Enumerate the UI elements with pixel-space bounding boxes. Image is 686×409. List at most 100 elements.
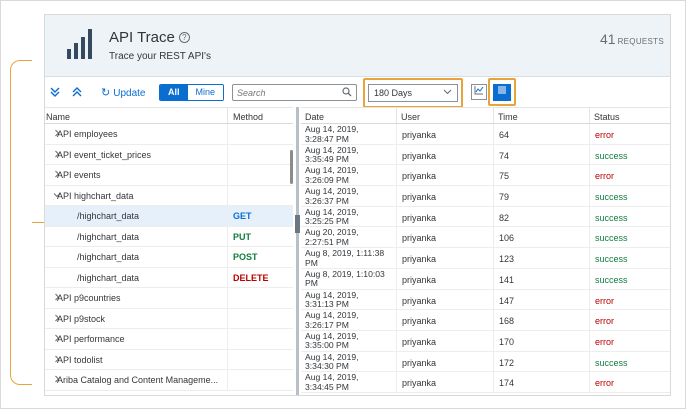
tree-row-name-cell: API employees xyxy=(45,124,228,144)
table-row[interactable]: Aug 14, 2019, 3:28:47 PM priyanka 64 error xyxy=(301,124,670,145)
date-cell: Aug 8, 2019, 1:10:03 PM xyxy=(301,268,397,289)
tree-row[interactable]: API employees xyxy=(45,124,293,145)
collapse-all-icon[interactable] xyxy=(71,86,83,100)
tree-row[interactable]: /highchart_data PUT xyxy=(45,226,293,247)
table-row[interactable]: Aug 14, 2019, 3:25:25 PM priyanka 82 success xyxy=(301,206,670,228)
table-row[interactable]: Aug 14, 2019, 3:35:49 PM priyanka 74 success xyxy=(301,144,670,166)
column-header-status[interactable]: Status xyxy=(590,108,670,123)
tree-row-label: API p9stock xyxy=(57,313,106,324)
chevron-right-icon[interactable] xyxy=(45,150,60,160)
tree-row-method xyxy=(228,370,293,390)
list-view-button[interactable] xyxy=(493,84,511,101)
tree-row-name-cell: /highchart_data xyxy=(45,247,228,267)
column-header-method[interactable]: Method xyxy=(228,108,293,123)
status-cell: error xyxy=(590,124,670,144)
tree-scrollbar-thumb[interactable] xyxy=(290,150,293,184)
tree-row-method xyxy=(228,309,293,329)
tree-row[interactable]: API p9stock xyxy=(45,308,293,329)
tree-row-name-cell: API highchart_data xyxy=(45,185,228,205)
date-cell: Aug 8, 2019, 1:11:38 PM xyxy=(301,248,397,268)
api-tree-table: Name Method API employees API event_ticke… xyxy=(45,107,293,395)
tree-row[interactable]: Ariba Catalog and Content Manageme... xyxy=(45,370,293,391)
user-cell: priyanka xyxy=(397,186,494,206)
range-select-highlight: 180 Days xyxy=(363,78,463,108)
api-tree-body: API employees API event_ticket_prices API … xyxy=(45,124,293,391)
table-row[interactable]: Aug 20, 2019, 2:27:51 PM priyanka 106 succes… xyxy=(301,227,670,249)
update-button[interactable]: ↻ Update xyxy=(101,86,145,99)
tree-row[interactable]: /highchart_data DELETE xyxy=(45,267,293,288)
date-line-1: Aug 14, 2019, xyxy=(305,166,359,176)
date-cell: Aug 14, 2019, 3:34:45 PM xyxy=(301,372,397,392)
tree-row[interactable]: API events xyxy=(45,165,293,186)
time-cell: 147 xyxy=(494,289,590,310)
table-row[interactable]: Aug 14, 2019, 3:26:09 PM priyanka 75 error xyxy=(301,165,670,187)
status-cell: success xyxy=(590,269,670,289)
request-table-header: Date User Time Status xyxy=(301,107,670,124)
user-cell: priyanka xyxy=(397,268,494,289)
status-cell: success xyxy=(590,248,670,268)
tree-row[interactable]: /highchart_data GET xyxy=(45,206,293,227)
tree-row[interactable]: /highchart_data POST xyxy=(45,247,293,268)
time-cell: 64 xyxy=(494,124,590,144)
request-table-body: Aug 14, 2019, 3:28:47 PM priyanka 64 error Au… xyxy=(301,124,670,393)
update-label: Update xyxy=(113,88,146,99)
date-line-1: Aug 14, 2019, xyxy=(305,207,359,217)
chevron-right-icon[interactable] xyxy=(45,314,60,324)
chevron-right-icon[interactable] xyxy=(45,170,60,180)
date-line-2: 3:25:25 PM xyxy=(305,217,349,227)
search-input[interactable] xyxy=(237,86,337,99)
tree-row[interactable]: API performance xyxy=(45,329,293,350)
status-cell: success xyxy=(590,352,670,372)
tree-row-label: API event_ticket_prices xyxy=(57,149,152,160)
column-header-name[interactable]: Name xyxy=(45,108,228,123)
column-header-date[interactable]: Date xyxy=(301,108,397,123)
status-cell: error xyxy=(590,331,670,351)
chevron-down-icon[interactable] xyxy=(45,191,61,201)
date-line-1: Aug 8, 2019, 1:10:03 xyxy=(305,269,385,279)
table-row[interactable]: Aug 14, 2019, 3:35:00 PM priyanka 170 error xyxy=(301,330,670,352)
date-line-2: 3:35:49 PM xyxy=(305,155,349,165)
date-cell: Aug 14, 2019, 3:31:13 PM xyxy=(301,289,397,310)
table-row[interactable]: Aug 14, 2019, 3:34:30 PM priyanka 172 succes… xyxy=(301,351,670,373)
help-icon[interactable]: ? xyxy=(178,32,190,43)
table-row[interactable]: Aug 14, 2019, 3:26:17 PM priyanka 168 error xyxy=(301,310,670,331)
date-cell: Aug 14, 2019, 3:28:47 PM xyxy=(301,124,397,144)
filter-mine-button[interactable]: Mine xyxy=(187,85,224,100)
request-count-value: 41 xyxy=(600,31,616,47)
chevron-right-icon[interactable] xyxy=(45,129,60,139)
table-row[interactable]: Aug 8, 2019, 1:11:38 PM priyanka 123 success xyxy=(301,248,670,269)
expand-all-icon[interactable] xyxy=(49,86,61,100)
status-cell: success xyxy=(590,145,670,165)
table-row[interactable]: Aug 14, 2019, 3:34:45 PM priyanka 174 error xyxy=(301,372,670,393)
column-header-time[interactable]: Time xyxy=(494,108,590,123)
chevron-right-icon[interactable] xyxy=(45,334,60,344)
refresh-icon: ↻ xyxy=(101,87,111,99)
date-line-2: 3:26:09 PM xyxy=(305,175,349,185)
tree-row[interactable]: API event_ticket_prices xyxy=(45,144,293,165)
chevron-right-icon[interactable] xyxy=(45,355,60,365)
chart-view-button[interactable] xyxy=(471,84,487,100)
range-select-value: 180 Days xyxy=(374,88,413,98)
tree-row[interactable]: API p9countries xyxy=(45,288,293,309)
chevron-right-icon[interactable] xyxy=(45,293,60,303)
range-select[interactable]: 180 Days xyxy=(368,84,458,102)
tree-row[interactable]: API highchart_data xyxy=(45,185,293,206)
date-line-2: 2:27:51 PM xyxy=(305,237,349,247)
tree-row[interactable]: API todolist xyxy=(45,349,293,370)
tree-row-label: /highchart_data xyxy=(77,272,140,283)
date-cell: Aug 14, 2019, 3:35:49 PM xyxy=(301,144,397,165)
table-row[interactable]: Aug 8, 2019, 1:10:03 PM priyanka 141 success xyxy=(301,268,670,290)
search-icon[interactable] xyxy=(342,87,352,100)
pane-splitter[interactable] xyxy=(296,107,299,395)
table-row[interactable]: Aug 14, 2019, 3:26:37 PM priyanka 79 success xyxy=(301,186,670,207)
tree-row-method xyxy=(228,288,293,308)
chevron-right-icon[interactable] xyxy=(45,375,60,385)
user-cell: priyanka xyxy=(397,310,494,330)
column-header-user[interactable]: User xyxy=(397,108,494,123)
splitter-grip-handle[interactable] xyxy=(295,215,300,233)
date-line-2: 3:31:13 PM xyxy=(305,300,349,309)
page-header: API Trace? Trace your REST API's 41 REQUE… xyxy=(45,15,670,77)
filter-all-button[interactable]: All xyxy=(160,85,188,100)
table-row[interactable]: Aug 14, 2019, 3:31:13 PM priyanka 147 error xyxy=(301,289,670,311)
tree-row-method xyxy=(228,350,293,370)
